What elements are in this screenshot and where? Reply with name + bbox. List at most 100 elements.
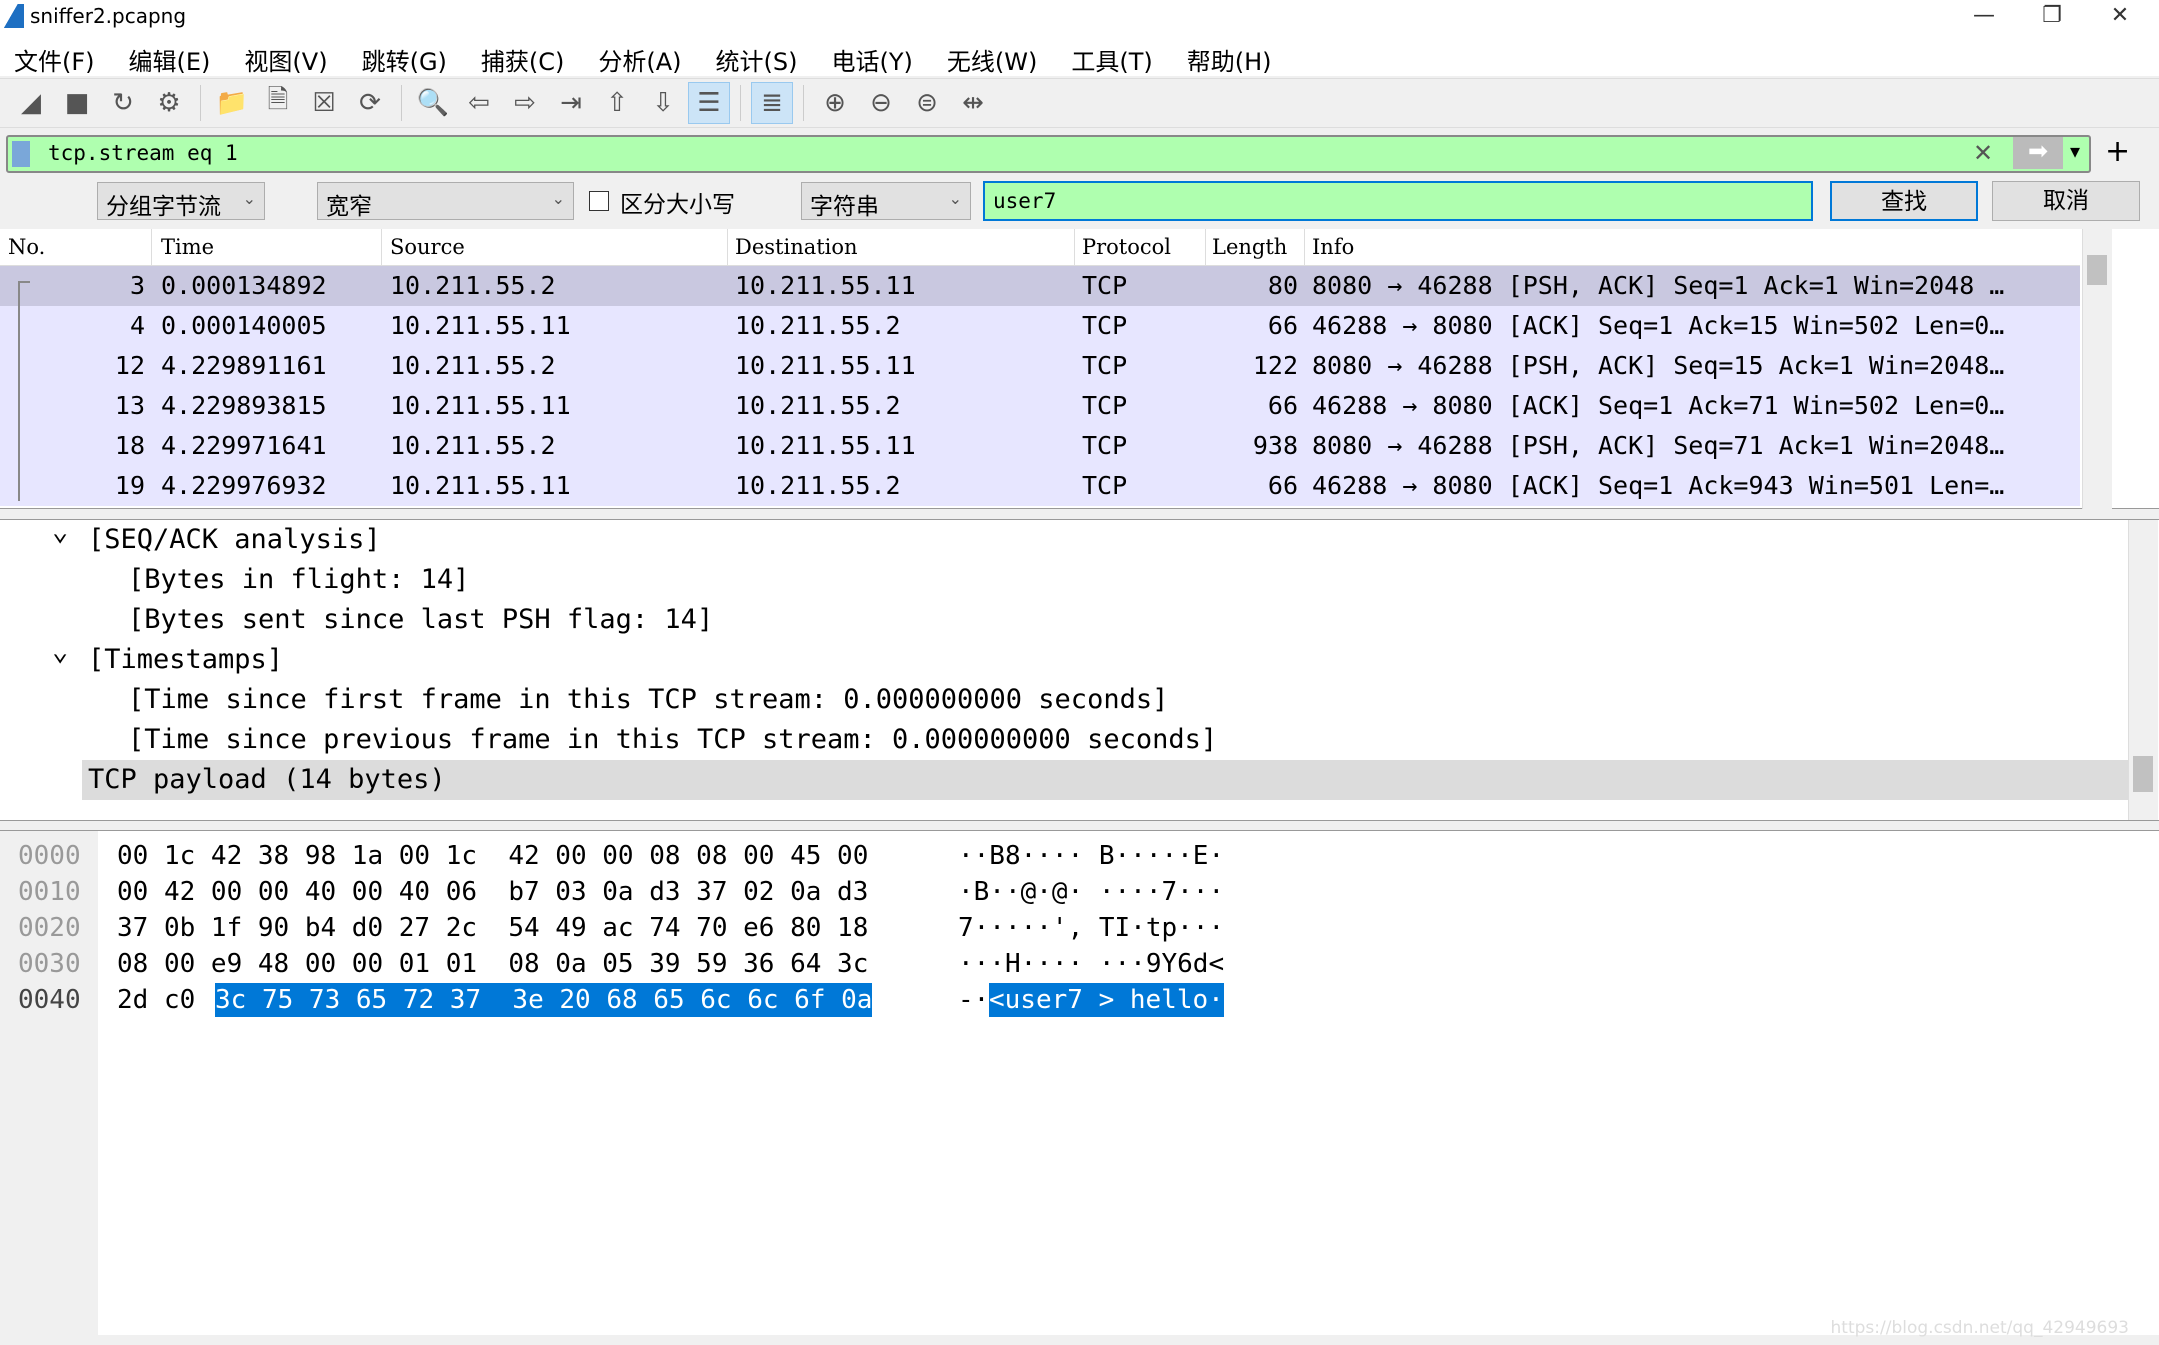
menu-10[interactable]: 帮助(H) (1187, 34, 1289, 76)
case-sensitive-checkbox[interactable] (589, 191, 609, 211)
column-header-3[interactable]: Destination (735, 235, 858, 259)
packet-row[interactable]: 18 4.229971641 10.211.55.2 10.211.55.11 TCP 9… (0, 426, 2080, 466)
find-icon[interactable]: 🔍 (412, 82, 454, 124)
search-input[interactable]: user7 (983, 181, 1813, 221)
search-scope-select[interactable]: 分组字节流 ⌄ (97, 182, 265, 220)
restart-icon[interactable]: ↻ (102, 82, 144, 124)
detail-line[interactable]: TCP payload (14 bytes) (82, 760, 2128, 800)
ascii-bytes[interactable]: -· (958, 985, 989, 1015)
menu-7[interactable]: 电话(Y) (832, 34, 930, 76)
go-to-packet-icon[interactable]: ⇥ (550, 82, 592, 124)
menu-0[interactable]: 文件(F) (14, 34, 112, 76)
hex-bytes[interactable]: 37 0b 1f 90 b4 d0 27 2c 54 49 ac 74 70 e… (117, 913, 868, 943)
last-packet-icon[interactable]: ⇩ (642, 82, 684, 124)
zoom-in-icon[interactable]: ⊕ (814, 82, 856, 124)
detail-line[interactable]: ⌄ [Timestamps] (0, 636, 2128, 680)
detail-line[interactable]: [Bytes sent since last PSH flag: 14] (0, 600, 2128, 640)
menu-6[interactable]: 统计(S) (716, 34, 815, 76)
window-title: sniffer2.pcapng (30, 4, 187, 28)
detail-line[interactable]: [Bytes in flight: 14] (0, 560, 2128, 600)
ascii-bytes[interactable]: ·B··@·@· ····7··· (958, 877, 1224, 907)
column-divider[interactable] (727, 229, 728, 266)
add-filter-button[interactable]: + (2105, 134, 2130, 169)
column-divider[interactable] (381, 229, 382, 266)
close-button[interactable]: ✕ (2086, 0, 2154, 34)
charset-select[interactable]: 宽窄 ⌄ (317, 182, 574, 220)
restore-button[interactable]: ❐ (2018, 0, 2086, 34)
packet-row[interactable]: 4 0.000140005 10.211.55.11 10.211.55.2 TCP 66… (0, 306, 2080, 346)
hex-bytes[interactable]: 08 00 e9 48 00 00 01 01 08 0a 05 39 59 3… (117, 949, 868, 979)
column-divider[interactable] (1304, 229, 1305, 266)
hex-offset: 0010 (18, 877, 81, 907)
hex-bytes[interactable]: 00 1c 42 38 98 1a 00 1c 42 00 00 08 08 0… (117, 841, 868, 871)
column-divider[interactable] (1074, 229, 1075, 266)
menu-4[interactable]: 捕获(C) (481, 34, 581, 76)
hex-bytes-selected[interactable]: 3c 75 73 65 72 37 3e 20 68 65 6c 6c 6f 0… (215, 983, 873, 1017)
ascii-bytes[interactable]: 7·····', TI·tp··· (958, 913, 1224, 943)
menu-8[interactable]: 无线(W) (947, 34, 1054, 76)
detail-line[interactable]: [Time since previous frame in this TCP s… (0, 720, 2128, 760)
expand-chevron-icon[interactable]: ⌄ (52, 516, 68, 547)
column-header-1[interactable]: Time (161, 235, 214, 259)
menu-5[interactable]: 分析(A) (598, 34, 698, 76)
packet-row[interactable]: 12 4.229891161 10.211.55.2 10.211.55.11 TCP 1… (0, 346, 2080, 386)
ascii-bytes[interactable]: ···H···· ···9Y6d< (958, 949, 1224, 979)
packet-row[interactable]: 3 0.000134892 10.211.55.2 10.211.55.11 TCP 80… (0, 266, 2080, 306)
cell-length: 66 (1267, 311, 1298, 340)
stop-icon[interactable]: ■ (56, 82, 98, 124)
column-header-4[interactable]: Protocol (1082, 235, 1171, 259)
first-packet-icon[interactable]: ⇧ (596, 82, 638, 124)
zoom-out-icon[interactable]: ⊖ (860, 82, 902, 124)
column-header-6[interactable]: Info (1312, 235, 1354, 259)
packet-row[interactable]: 19 4.229976932 10.211.55.11 10.211.55.2 TCP 6… (0, 466, 2080, 506)
zoom-reset-icon[interactable]: ⊜ (906, 82, 948, 124)
column-divider[interactable] (151, 229, 152, 266)
ascii-bytes-selected[interactable]: <user7 > hello· (989, 983, 1224, 1017)
detail-line[interactable]: ⌄ [SEQ/ACK analysis] (0, 516, 2128, 560)
menu-2[interactable]: 视图(V) (244, 34, 344, 76)
cell-protocol: TCP (1082, 391, 1128, 420)
column-divider[interactable] (1205, 229, 1206, 266)
shark-fin-start-icon[interactable]: ◢ (10, 82, 52, 124)
clear-filter-icon[interactable]: ✕ (1973, 139, 1993, 167)
search-type-select[interactable]: 字符串 ⌄ (801, 182, 971, 220)
menu-1[interactable]: 编辑(E) (129, 34, 228, 76)
apply-filter-button[interactable]: ➡ (2013, 137, 2063, 169)
back-icon[interactable]: ⇦ (458, 82, 500, 124)
packet-list-header: No. Time Source Destination Protocol Length In… (0, 229, 2080, 266)
save-file-icon[interactable]: 🗎 (257, 82, 299, 124)
details-scrollbar[interactable] (2128, 520, 2158, 820)
cell-info: 46288 → 8080 [ACK] Seq=1 Ack=15 Win=502 … (1312, 311, 2005, 340)
detail-text: [Time since first frame in this TCP stre… (128, 684, 1169, 715)
expand-chevron-icon[interactable]: ⌄ (52, 636, 68, 667)
ascii-bytes[interactable]: ··B8···· B·····E· (958, 841, 1224, 871)
cancel-button[interactable]: 取消 (1992, 181, 2140, 221)
display-filter-input[interactable]: tcp.stream eq 1 (48, 141, 238, 165)
column-header-2[interactable]: Source (390, 235, 465, 259)
cell-protocol: TCP (1082, 351, 1128, 380)
detail-line[interactable]: [Time since first frame in this TCP stre… (0, 680, 2128, 720)
conversation-bracket (18, 281, 30, 501)
bookmark-icon[interactable] (12, 141, 30, 167)
menu-3[interactable]: 跳转(G) (362, 34, 464, 76)
reload-icon[interactable]: ⟳ (349, 82, 391, 124)
forward-icon[interactable]: ⇨ (504, 82, 546, 124)
hex-bytes[interactable]: 00 42 00 00 40 00 40 06 b7 03 0a d3 37 0… (117, 877, 868, 907)
packet-list-scrollbar[interactable] (2082, 229, 2112, 509)
cell-source: 10.211.55.2 (390, 351, 556, 380)
cell-no: 13 (114, 391, 145, 420)
filter-history-dropdown[interactable]: ▾ (2070, 139, 2080, 163)
capture-options-icon[interactable]: ⚙ (148, 82, 190, 124)
autoscroll-icon[interactable]: ☰ (688, 82, 730, 124)
menu-9[interactable]: 工具(T) (1071, 34, 1169, 76)
open-folder-icon[interactable]: 📁 (211, 82, 253, 124)
column-header-5[interactable]: Length (1212, 235, 1287, 259)
find-button[interactable]: 查找 (1830, 181, 1978, 221)
hex-bytes[interactable]: 2d c0 (117, 985, 211, 1015)
colorize-icon[interactable]: ≣ (751, 82, 793, 124)
minimize-button[interactable]: — (1950, 0, 2018, 34)
close-file-icon[interactable]: ☒ (303, 82, 345, 124)
packet-row[interactable]: 13 4.229893815 10.211.55.11 10.211.55.2 TCP 6… (0, 386, 2080, 426)
column-header-0[interactable]: No. (8, 235, 45, 259)
resize-columns-icon[interactable]: ⇹ (952, 82, 994, 124)
